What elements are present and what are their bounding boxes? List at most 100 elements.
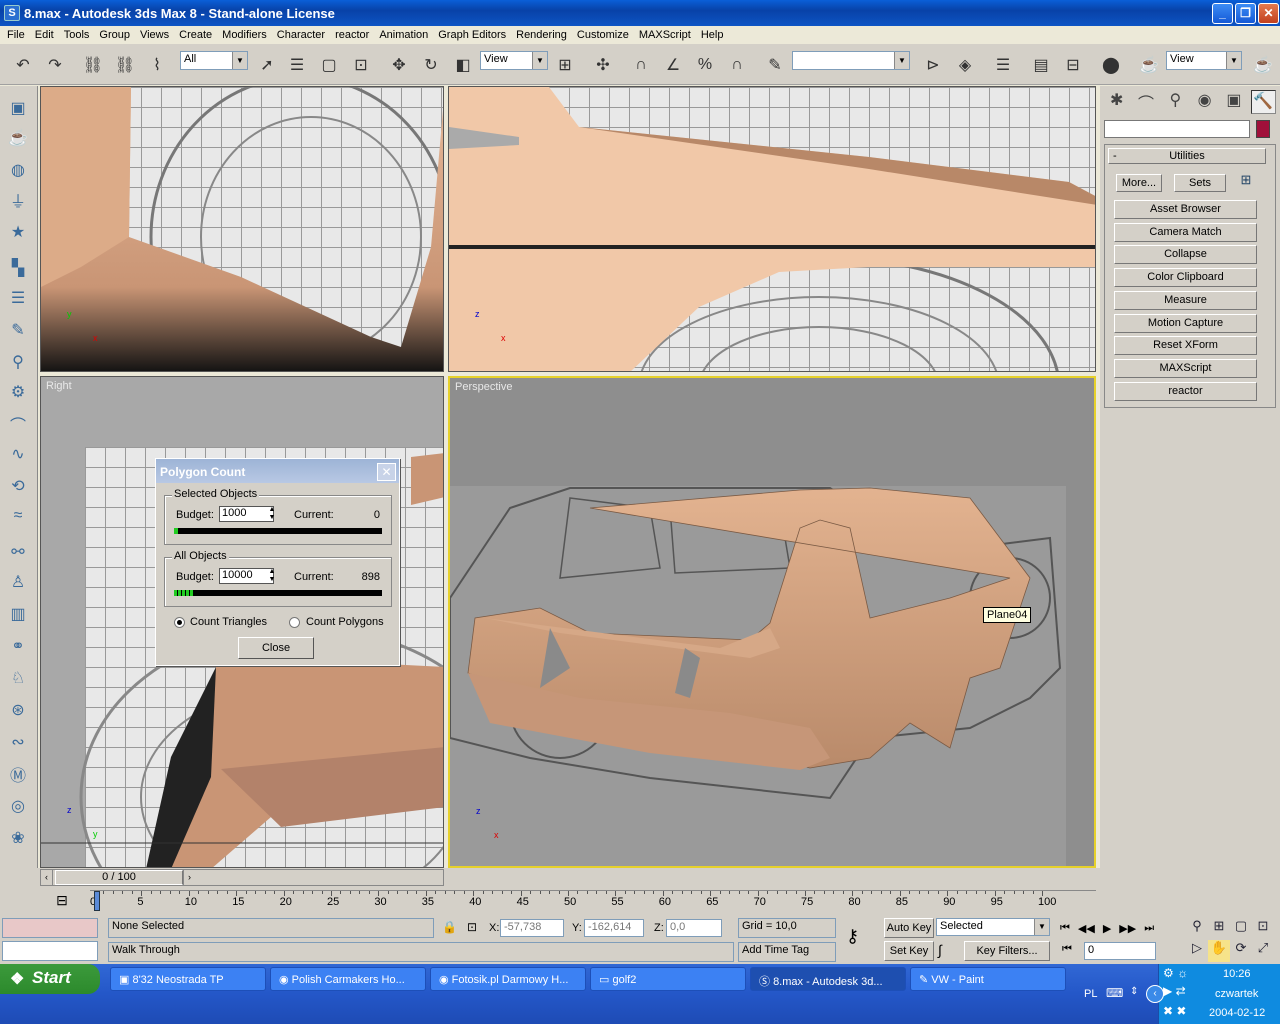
key-mode-dropdown[interactable]: Selected ▼ bbox=[936, 918, 1050, 936]
create-box-icon[interactable]: ▣ bbox=[6, 96, 30, 120]
maxscript-button[interactable]: MAXScript bbox=[1114, 359, 1257, 378]
configure-sets-icon[interactable]: ⊞ bbox=[1236, 172, 1256, 192]
select-link-icon[interactable]: ⛓ bbox=[80, 52, 106, 78]
arc-rotate-icon[interactable]: ⟳ bbox=[1230, 940, 1252, 962]
biped-icon[interactable]: ♙ bbox=[6, 570, 30, 594]
hierarchy-tab-icon[interactable]: ⚲ bbox=[1163, 90, 1188, 114]
teapot-icon[interactable]: ☕ bbox=[6, 126, 30, 150]
viewport-label-right[interactable]: Right bbox=[46, 380, 72, 392]
spinner-icon[interactable]: ▲ ▼ bbox=[266, 506, 278, 522]
rope-icon[interactable]: ∾ bbox=[6, 730, 30, 754]
bind-space-warp-icon[interactable]: ⌇ bbox=[144, 52, 170, 78]
undo-icon[interactable]: ↶ bbox=[10, 52, 36, 78]
default-in-out-tangent-icon[interactable]: ∫ bbox=[938, 942, 942, 958]
language-arrows-icon[interactable]: ⇕ bbox=[1130, 986, 1138, 997]
count-polygons-radio[interactable] bbox=[289, 617, 300, 628]
snap-3d-icon[interactable]: ∩ bbox=[628, 52, 654, 78]
next-frame-icon[interactable]: › bbox=[183, 870, 195, 885]
count-triangles-label[interactable]: Count Triangles bbox=[190, 616, 267, 628]
absolute-mode-icon[interactable]: ⊡ bbox=[467, 920, 477, 934]
utilities-tab-icon[interactable]: 🔨 bbox=[1250, 90, 1277, 114]
menu-group[interactable]: Group bbox=[94, 29, 135, 41]
start-button[interactable]: ❖ Start bbox=[0, 964, 100, 994]
angle-snap-icon[interactable]: ∠ bbox=[660, 52, 686, 78]
keyboard-icon[interactable]: ⌨ bbox=[1106, 986, 1123, 1000]
dialog-close-button[interactable]: Close bbox=[238, 637, 314, 659]
tray-media-icon[interactable]: ▶ ⇄ bbox=[1163, 984, 1186, 998]
select-object-icon[interactable]: ➚ bbox=[254, 52, 280, 78]
goto-start-icon[interactable]: ⏮ bbox=[1060, 922, 1070, 935]
app-icon[interactable]: S bbox=[4, 5, 20, 21]
gear-icon[interactable]: ⚙ bbox=[6, 380, 30, 404]
lock-selection-icon[interactable]: 🔒 bbox=[442, 920, 457, 934]
wheel-icon[interactable]: ⊛ bbox=[6, 698, 30, 722]
spinner-snap-icon[interactable]: ∩ bbox=[724, 52, 750, 78]
menu-help[interactable]: Help bbox=[696, 29, 729, 41]
prev-frame-icon[interactable]: ‹ bbox=[41, 870, 53, 885]
viewport-perspective[interactable]: Perspective Plane04 z x bbox=[448, 376, 1096, 868]
window-crossing-icon[interactable]: ⊡ bbox=[348, 52, 374, 78]
motion-tab-icon[interactable]: ◉ bbox=[1192, 90, 1217, 114]
skin-icon[interactable]: ▥ bbox=[6, 602, 30, 626]
tray-expand-icon[interactable]: ‹ bbox=[1146, 985, 1164, 1003]
unlink-icon[interactable]: ⛓ bbox=[112, 52, 138, 78]
tray-status-icon[interactable]: ✖ ✖ bbox=[1163, 1004, 1186, 1018]
bone-icon[interactable]: ⚯ bbox=[6, 540, 30, 564]
utilities-rollout-header[interactable]: - Utilities bbox=[1108, 148, 1266, 164]
create-tab-icon[interactable]: ✱ bbox=[1104, 90, 1129, 114]
maxscript-listener-white[interactable] bbox=[2, 941, 98, 961]
object-name-field[interactable] bbox=[1104, 120, 1250, 138]
layer-manager-icon[interactable]: ☰ bbox=[990, 52, 1016, 78]
twist-icon[interactable]: ⟲ bbox=[6, 474, 30, 498]
track-bar[interactable]: 0510152025303540455055606570758085909510… bbox=[90, 890, 1096, 911]
menu-create[interactable]: Create bbox=[174, 29, 217, 41]
auto-key-button[interactable]: Auto Key bbox=[884, 918, 934, 938]
task-golf2-folder[interactable]: ▭ golf2 bbox=[590, 967, 746, 991]
pencil-icon[interactable]: ✎ bbox=[6, 318, 30, 342]
select-by-name-icon[interactable]: ☰ bbox=[284, 52, 310, 78]
pan-icon[interactable]: ✋ bbox=[1208, 940, 1230, 962]
task-paint[interactable]: ✎ VW - Paint bbox=[910, 967, 1066, 991]
count-triangles-radio[interactable] bbox=[174, 617, 185, 628]
clock-time[interactable]: 10:26 bbox=[1223, 968, 1251, 980]
y-coordinate-field[interactable]: -162,614 bbox=[584, 919, 644, 937]
paint-icon[interactable]: ⚲ bbox=[6, 350, 30, 374]
zoom-extents-all-icon[interactable]: ⊡ bbox=[1252, 918, 1274, 940]
previous-frame-icon[interactable]: ◀◀ bbox=[1078, 922, 1095, 935]
maximize-viewport-icon[interactable]: ⤢ bbox=[1252, 940, 1274, 962]
camera-match-button[interactable]: Camera Match bbox=[1114, 223, 1257, 242]
more-button[interactable]: More... bbox=[1116, 174, 1162, 192]
ik-icon[interactable]: ⚭ bbox=[6, 634, 30, 658]
task-3ds-max[interactable]: Ⓢ 8.max - Autodesk 3d... bbox=[750, 967, 906, 991]
track-bar-toggle-icon[interactable]: ⊟ bbox=[52, 892, 72, 910]
cone-icon[interactable]: ⏚ bbox=[6, 188, 30, 212]
task-neostrada[interactable]: ▣ 8'32 Neostrada TP bbox=[110, 967, 266, 991]
spinner-icon[interactable]: ▲ ▼ bbox=[266, 568, 278, 584]
schematic-view-icon[interactable]: ⊟ bbox=[1060, 52, 1086, 78]
ref-coord-dropdown[interactable]: View ▼ bbox=[480, 51, 548, 70]
menu-character[interactable]: Character bbox=[272, 29, 330, 41]
menu-views[interactable]: Views bbox=[135, 29, 174, 41]
scale-icon[interactable]: ◧ bbox=[450, 52, 476, 78]
display-tab-icon[interactable]: ▣ bbox=[1221, 90, 1246, 114]
restore-button[interactable]: ❐ bbox=[1235, 3, 1256, 24]
physique-icon[interactable]: ♘ bbox=[6, 666, 30, 690]
stack-icon[interactable]: ☰ bbox=[6, 286, 30, 310]
tray-network-icon[interactable]: ⚙ ☼ bbox=[1163, 966, 1188, 980]
star-icon[interactable]: ★ bbox=[6, 220, 30, 244]
selection-filter-dropdown[interactable]: All ▼ bbox=[180, 51, 248, 70]
language-indicator[interactable]: PL bbox=[1084, 988, 1097, 1000]
reset-xform-button[interactable]: Reset XForm bbox=[1114, 336, 1257, 355]
measure-button[interactable]: Measure bbox=[1114, 291, 1257, 310]
ripple-icon[interactable]: ≈ bbox=[6, 504, 30, 528]
asset-browser-button[interactable]: Asset Browser bbox=[1114, 200, 1257, 219]
redo-icon[interactable]: ↷ bbox=[42, 52, 68, 78]
viewport-label-perspective[interactable]: Perspective bbox=[455, 381, 512, 393]
collapse-button[interactable]: Collapse bbox=[1114, 245, 1257, 264]
key-filters-button[interactable]: Key Filters... bbox=[964, 941, 1050, 961]
dialog-title[interactable]: Polygon Count bbox=[156, 459, 399, 483]
curve-editor-icon[interactable]: ▤ bbox=[1028, 52, 1054, 78]
maxscript-listener-pink[interactable] bbox=[2, 918, 98, 938]
rectangular-selection-icon[interactable]: ▢ bbox=[316, 52, 342, 78]
modify-tab-icon[interactable]: ⌒ bbox=[1133, 90, 1158, 114]
